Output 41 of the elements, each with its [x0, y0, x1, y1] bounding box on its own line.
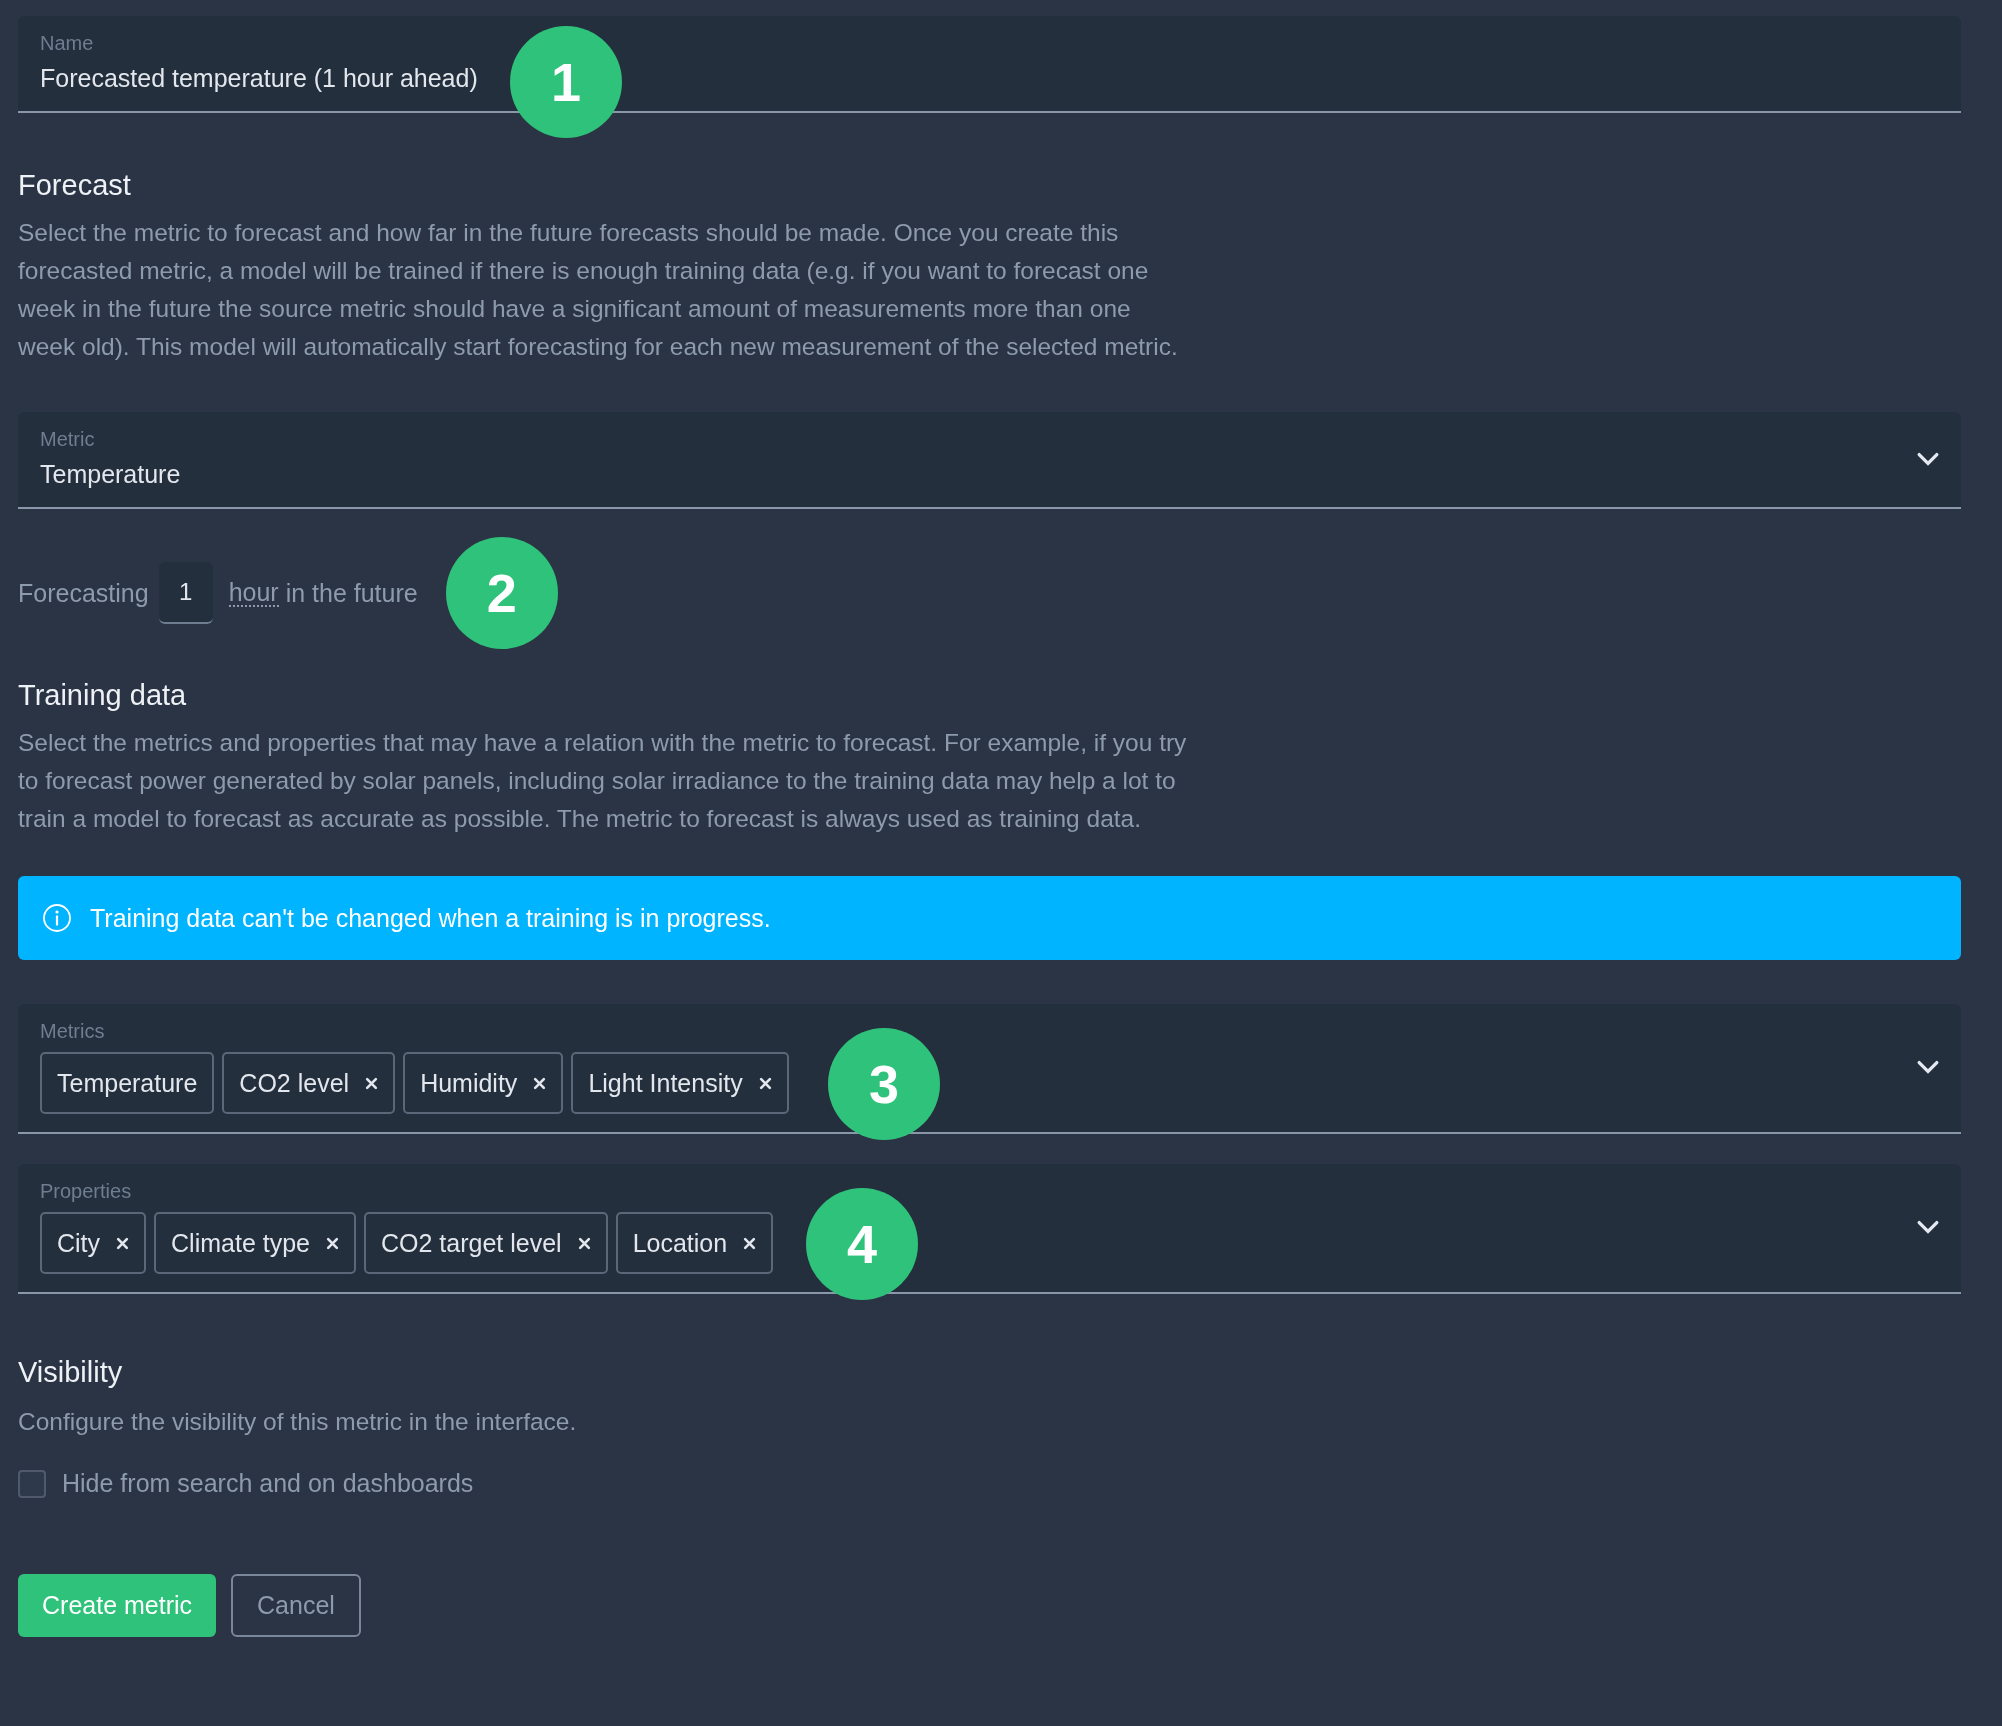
field-label: Properties: [40, 1180, 133, 1203]
unit-link[interactable]: hour: [228, 579, 279, 607]
close-icon[interactable]: [365, 1076, 379, 1090]
section-description: Configure the visibility of this metric in the interface.: [18, 1407, 578, 1437]
tag-chip[interactable]: Location: [615, 1212, 774, 1274]
chevron-down-icon: [1917, 1220, 1939, 1234]
section-description: Select the metric to forecast and how far in the future forecasts should be made. Once you create this forecasted metric, a model will be trained if there is enough training data (e.g. if you want to forecast one week in the future the source metric should have a significant amount of measurements more than one week old). This model will automatically start forecasting for each new measurement of the selected metric.: [18, 218, 1179, 362]
section-heading: Visibility: [18, 1356, 124, 1389]
tag-chip[interactable]: Light Intensity: [571, 1052, 789, 1114]
close-icon[interactable]: [577, 1236, 591, 1250]
field-label: Name: [40, 32, 95, 55]
field-value: Temperature: [40, 460, 181, 489]
tag-chip[interactable]: CO2 target level: [364, 1212, 608, 1274]
checkbox[interactable]: [18, 1469, 46, 1498]
close-icon[interactable]: [743, 1236, 757, 1250]
field-label: Metric: [40, 428, 96, 451]
forecasting-label: Forecasting: [18, 578, 149, 608]
tag-chip[interactable]: Humidity: [403, 1052, 564, 1114]
tag-chip[interactable]: Climate type: [154, 1212, 356, 1274]
info-text: Training data can't be changed when a training is in progress.: [90, 903, 771, 933]
tag-chip[interactable]: CO2 level: [222, 1052, 396, 1114]
checkbox-label: Hide from search and on dashboards: [62, 1469, 474, 1498]
close-icon[interactable]: [116, 1236, 130, 1250]
close-icon[interactable]: [758, 1076, 772, 1090]
field-value: Forecasted temperature (1 hour ahead): [40, 64, 478, 93]
tag-chip[interactable]: Temperature: [40, 1052, 215, 1114]
info-icon: [42, 903, 72, 933]
close-icon[interactable]: [533, 1076, 547, 1090]
metric-select[interactable]: Metric Temperature: [18, 412, 1961, 509]
number-input[interactable]: 1: [158, 562, 213, 624]
chevron-down-icon: [1917, 1060, 1939, 1074]
tag-chip[interactable]: City: [40, 1212, 147, 1274]
forecasting-suffix: in the future: [285, 578, 418, 608]
section-heading: Forecast: [18, 169, 132, 202]
chevron-down-icon: [1917, 451, 1939, 466]
section-description: Select the metrics and properties that may have a relation with the metric to forecast. For example, if you try to forecast power generated by solar panels, including solar irradiance to the training data may help a lot to train a model to forecast as accurate as possible. The metric to forecast is always used as training data.: [18, 728, 1188, 834]
field-label: Metrics: [40, 1020, 106, 1043]
close-icon[interactable]: [326, 1236, 339, 1250]
numbered-callout: 2: [445, 537, 558, 649]
cancel-button[interactable]: Cancel: [231, 1574, 361, 1637]
section-heading: Training data: [18, 679, 188, 712]
